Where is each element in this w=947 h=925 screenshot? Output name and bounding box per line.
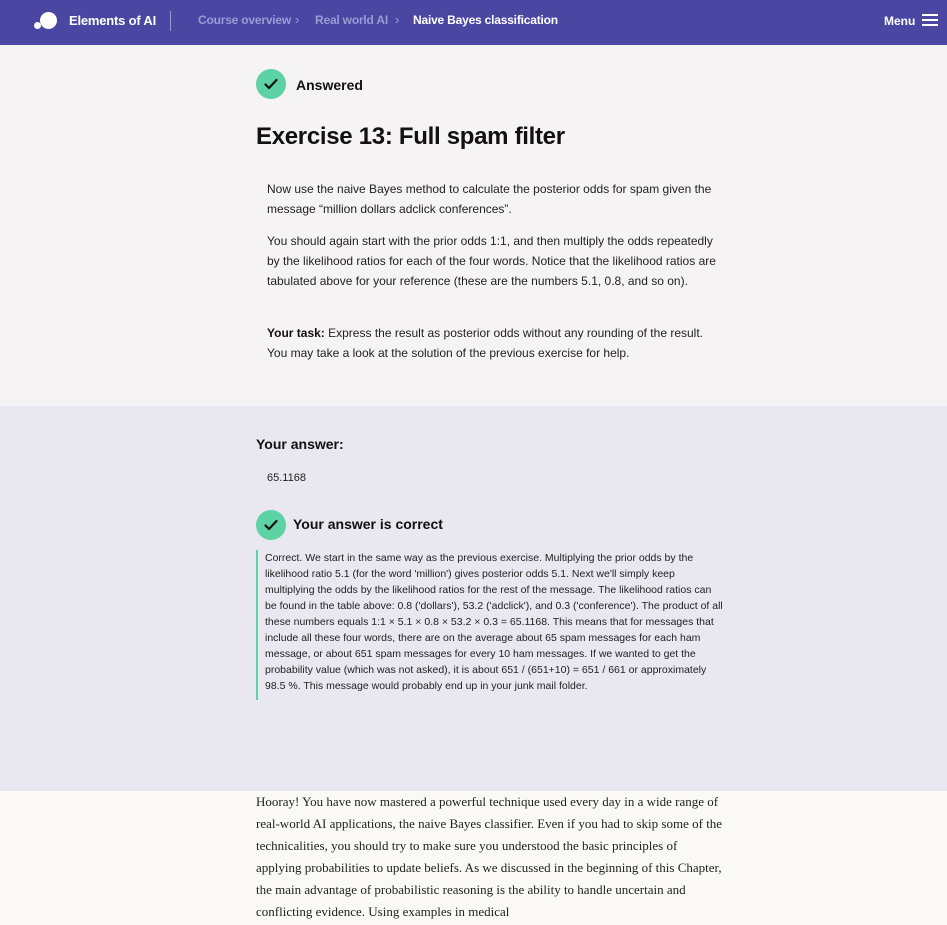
answered-check-icon <box>256 69 286 99</box>
closing-paragraph: Hooray! You have now mastered a powerful… <box>256 794 723 919</box>
hamburger-menu-icon[interactable] <box>922 14 938 26</box>
task-label: Your task: <box>267 326 325 340</box>
breadcrumb-naive-bayes[interactable]: Naive Bayes classification <box>413 13 558 27</box>
exercise-title: Exercise 13: Full spam filter <box>256 123 565 150</box>
exercise-section: Answered Exercise 13: Full spam filter N… <box>0 45 947 406</box>
menu-button[interactable]: Menu <box>884 14 915 28</box>
your-answer-label: Your answer: <box>256 436 344 452</box>
answered-status: Answered <box>296 77 363 93</box>
task-text: Express the result as posterior odds wit… <box>267 326 704 360</box>
answer-correct-label: Your answer is correct <box>293 516 443 532</box>
breadcrumb-real-world-ai[interactable]: Real world AI <box>315 13 388 27</box>
top-navigation-bar: Elements of AI Course overview › Real wo… <box>0 0 947 45</box>
chevron-right-icon: › <box>395 12 400 27</box>
exercise-paragraph: Now use the naive Bayes method to calcul… <box>267 182 712 216</box>
brand-link[interactable]: Elements of AI <box>69 13 156 28</box>
answer-feedback: Correct. We start in the same way as the… <box>256 550 724 700</box>
correct-check-icon <box>256 510 286 540</box>
chevron-right-icon: › <box>295 12 300 27</box>
breadcrumb-course-overview[interactable]: Course overview <box>198 13 291 27</box>
nav-divider <box>170 11 171 31</box>
elements-of-ai-logo-icon[interactable] <box>34 11 58 31</box>
answer-section: Your answer: 65.1168 Your answer is corr… <box>0 406 947 791</box>
exercise-paragraph: You should again start with the prior od… <box>267 234 716 288</box>
answer-value: 65.1168 <box>267 472 306 484</box>
exercise-task: Your task: Express the result as posteri… <box>267 323 722 363</box>
